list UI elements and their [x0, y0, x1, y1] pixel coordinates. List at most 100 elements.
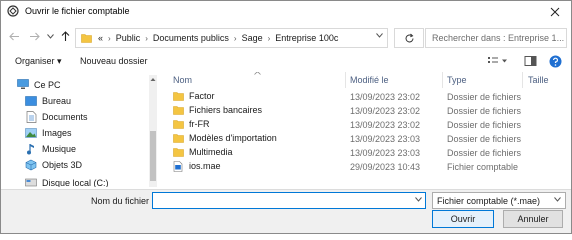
music-icon	[25, 143, 37, 155]
chevron-down-icon	[554, 197, 561, 202]
breadcrumb-sage[interactable]: Sage	[242, 33, 263, 43]
app-icon	[7, 5, 19, 17]
tree-item-label: Documents	[42, 111, 88, 122]
file-type: Dossier de fichiers	[447, 134, 522, 144]
folder-icon	[173, 119, 184, 129]
title-bar: Ouvrir le fichier comptable	[1, 1, 571, 22]
tree-item-label: Musique	[42, 143, 77, 154]
images-icon	[25, 127, 37, 139]
tree-item-documents[interactable]: Documents	[25, 109, 88, 124]
scrollbar-thumb[interactable]	[150, 131, 156, 181]
tree-item-label: Images	[42, 127, 72, 138]
chevron-down-icon[interactable]	[376, 33, 383, 38]
file-row[interactable]: ios.mae 29/09/2023 10:43 Fichier comptab…	[159, 160, 571, 174]
dialog-footer: Nom du fichier : Fichier comptable (*.ma…	[1, 189, 571, 233]
column-divider[interactable]	[522, 72, 523, 88]
breadcrumb-entreprise[interactable]: Entreprise 100c	[275, 33, 338, 43]
forward-button[interactable]	[27, 29, 41, 43]
tree-item-objets-3d[interactable]: Objets 3D	[25, 157, 82, 172]
refresh-icon	[405, 33, 413, 42]
column-modified[interactable]: Modifié le	[350, 75, 389, 85]
tree-item-bureau[interactable]: Bureau	[25, 93, 71, 108]
file-name: Multimedia	[189, 147, 233, 157]
documents-icon	[25, 110, 37, 123]
up-button[interactable]	[58, 29, 72, 43]
file-modified: 13/09/2023 23:03	[350, 148, 421, 158]
tree-item-label: Disque local (C:)	[42, 177, 109, 188]
file-type: Dossier de fichiers	[447, 106, 522, 116]
sort-ascending-icon	[254, 72, 261, 75]
folder-icon	[173, 147, 184, 157]
file-type: Fichier comptable	[447, 162, 519, 172]
tree-item-disque-local[interactable]: Disque local (C:)	[25, 175, 109, 187]
file-modified: 13/09/2023 23:03	[350, 134, 421, 144]
filetype-select[interactable]: Fichier comptable (*.mae)	[432, 192, 566, 209]
chevron-right-icon: ›	[233, 33, 237, 43]
chevron-right-icon: ›	[145, 33, 148, 43]
column-divider[interactable]	[442, 72, 443, 88]
column-type[interactable]: Type	[447, 75, 467, 85]
file-row[interactable]: fr-FR 13/09/2023 23:02 Dossier de fichie…	[159, 118, 571, 132]
file-modified: 29/09/2023 10:43	[350, 162, 421, 172]
folder-icon	[81, 34, 92, 43]
breadcrumb-documents-publics[interactable]: Documents publics	[153, 33, 229, 43]
file-list: Nom Modifié le Type Taille Factor 13/09/…	[159, 72, 571, 188]
folder-icon	[173, 105, 184, 115]
arrow-left-icon	[8, 32, 19, 40]
refresh-button[interactable]	[394, 28, 424, 48]
tree-item-label: Objets 3D	[42, 159, 83, 170]
tree-item-ce-pc[interactable]: Ce PC	[17, 77, 61, 92]
chevron-down-icon[interactable]	[415, 197, 422, 202]
file-type: Dossier de fichiers	[447, 148, 522, 158]
computer-icon	[17, 79, 29, 91]
window-title: Ouvrir le fichier comptable	[25, 6, 130, 16]
address-bar[interactable]: « › Public › Documents publics › Sage › …	[75, 28, 388, 48]
recent-locations-button[interactable]	[43, 29, 57, 43]
navigation-pane: Ce PC Bureau Documents Images Musique Ob…	[3, 75, 157, 187]
file-name: fr-FR	[189, 119, 210, 129]
column-size[interactable]: Taille	[528, 75, 549, 85]
tree-item-musique[interactable]: Musique	[25, 141, 76, 156]
command-bar: Organiser ▾ Nouveau dossier	[1, 52, 571, 72]
navigation-bar: « › Public › Documents publics › Sage › …	[1, 23, 571, 51]
back-button[interactable]	[7, 29, 21, 43]
objects-3d-icon	[25, 159, 37, 171]
filetype-value: Fichier comptable (*.mae)	[437, 195, 541, 206]
breadcrumb-public[interactable]: Public	[116, 33, 141, 43]
column-name[interactable]: Nom	[173, 75, 192, 85]
preview-pane-button[interactable]	[524, 55, 537, 69]
file-row[interactable]: Factor 13/09/2023 23:02 Dossier de fichi…	[159, 90, 571, 104]
view-options-button[interactable]	[487, 55, 509, 69]
search-input[interactable]: Rechercher dans : Entreprise 1...	[425, 28, 567, 48]
file-row[interactable]: Fichiers bancaires 13/09/2023 23:02 Doss…	[159, 104, 571, 118]
help-icon	[549, 55, 562, 68]
tree-item-label: Ce PC	[34, 79, 61, 90]
file-row[interactable]: Modèles d'importation 13/09/2023 23:03 D…	[159, 132, 571, 146]
new-folder-button[interactable]: Nouveau dossier	[80, 56, 148, 66]
open-button[interactable]: Ouvrir	[432, 210, 494, 228]
arrow-up-icon	[61, 30, 69, 41]
chevron-right-icon: ›	[108, 33, 111, 43]
file-modified: 13/09/2023 23:02	[350, 120, 421, 130]
file-row[interactable]: Multimedia 13/09/2023 23:03 Dossier de f…	[159, 146, 571, 160]
tree-item-images[interactable]: Images	[25, 125, 72, 140]
close-icon	[550, 7, 560, 16]
open-file-dialog: Ouvrir le fichier comptable « › Public ›…	[0, 0, 572, 234]
chevron-down-icon	[46, 33, 54, 39]
column-divider[interactable]	[345, 72, 346, 88]
breadcrumb-overflow[interactable]: «	[98, 33, 103, 43]
file-type: Dossier de fichiers	[447, 92, 522, 102]
folder-icon	[173, 91, 184, 101]
navigation-scrollbar[interactable]	[149, 75, 157, 187]
breadcrumb: « › Public › Documents publics › Sage › …	[98, 33, 338, 43]
filename-label: Nom du fichier :	[91, 196, 155, 206]
close-button[interactable]	[539, 1, 571, 22]
filename-field[interactable]	[152, 192, 426, 209]
arrow-right-icon	[29, 32, 40, 40]
mae-file-icon	[173, 160, 184, 172]
help-button[interactable]	[549, 55, 562, 70]
cancel-button[interactable]: Annuler	[503, 210, 563, 228]
organize-button[interactable]: Organiser ▾	[15, 56, 62, 67]
preview-pane-icon	[524, 56, 537, 66]
scroll-up-icon[interactable]	[150, 77, 156, 82]
